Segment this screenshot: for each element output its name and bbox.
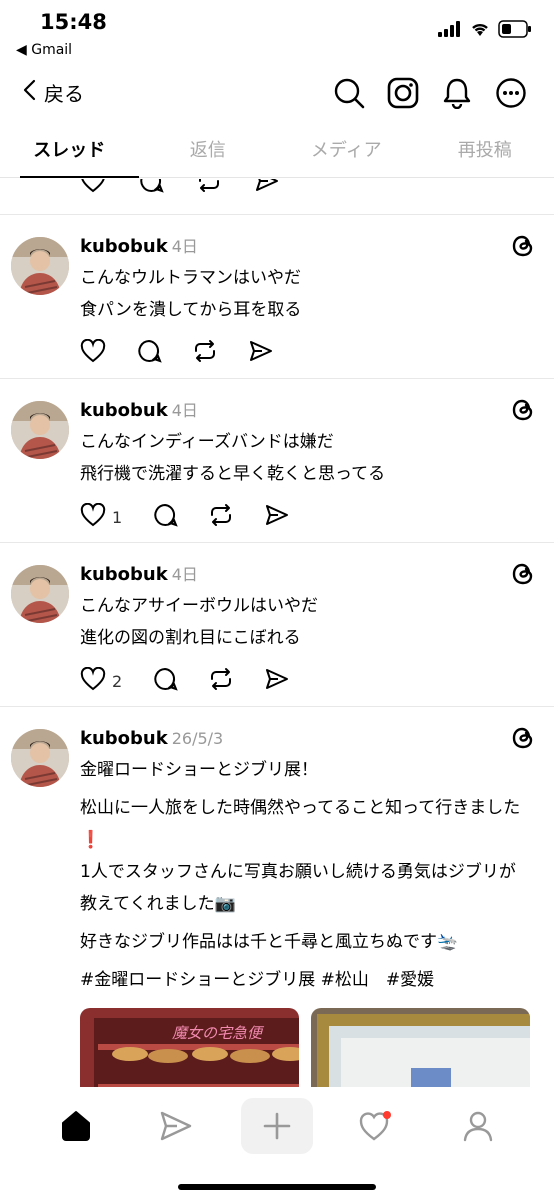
- post-paragraph: 金曜ロードショーとジブリ展！: [80, 760, 318, 780]
- like-button[interactable]: 2: [80, 666, 123, 695]
- post-date: 4日: [171, 565, 198, 584]
- thread-post[interactable]: kubobuk 26/5/3 金曜ロードショーとジブリ展！ 松山に一人旅をした時偶…: [0, 706, 554, 1087]
- thread-feed[interactable]: kubobuk 4日 こんなウルトラマンはいやだ 食パンを潰してから耳を取る ku…: [0, 179, 554, 1087]
- heart-icon: [80, 338, 106, 367]
- repost-button[interactable]: [208, 667, 234, 695]
- post-line: 飛行機で洗濯すると早く乾くと思ってる: [80, 464, 386, 484]
- tab-replies[interactable]: 返信: [139, 126, 278, 177]
- instagram-icon[interactable]: [386, 76, 420, 110]
- post-image[interactable]: 魔女の宅急便: [80, 1008, 299, 1087]
- share-button[interactable]: [248, 339, 274, 367]
- repost-icon: [208, 503, 234, 531]
- profile-tabs: スレッド 返信 メディア 再投稿: [0, 126, 554, 178]
- avatar[interactable]: [11, 565, 69, 623]
- reply-button[interactable]: [152, 503, 178, 531]
- post-date: 4日: [171, 401, 198, 420]
- home-icon[interactable]: [46, 1098, 106, 1154]
- reply-button[interactable]: [152, 667, 178, 695]
- threads-icon: [510, 725, 536, 751]
- home-indicator: [178, 1184, 376, 1190]
- hashtags[interactable]: #金曜ロードショーとジブリ展 #松山 #愛媛: [80, 964, 530, 996]
- post-username[interactable]: kubobuk: [80, 564, 168, 585]
- post-date: 4日: [171, 237, 198, 256]
- search-icon[interactable]: [332, 76, 366, 110]
- post-paragraph: 松山に一人旅をした時偶然やってること知って行きました❗️: [80, 798, 521, 850]
- bell-icon[interactable]: [440, 76, 474, 110]
- post-line: こんなインディーズバンドは嫌だ: [80, 432, 334, 452]
- like-count: 2: [112, 671, 123, 691]
- repost-icon: [208, 667, 234, 695]
- tab-threads[interactable]: スレッド: [0, 126, 139, 178]
- post-images[interactable]: 魔女の宅急便: [80, 1008, 530, 1087]
- post-actions: [80, 338, 530, 368]
- post-line: 食パンを潰してから耳を取る: [80, 300, 302, 320]
- bottom-navigation: [0, 1088, 554, 1200]
- post-line: こんなアサイーボウルはいやだ: [80, 596, 318, 616]
- threads-icon: [510, 233, 536, 259]
- post-actions: 1: [80, 502, 530, 532]
- like-count: 1: [112, 507, 123, 527]
- post-paragraph: 好きなジブリ作品はは千と千尋と風立ちぬです🛬: [80, 932, 459, 952]
- comment-icon: [152, 667, 178, 695]
- heart-icon[interactable]: [80, 179, 106, 197]
- wifi-icon: [470, 21, 490, 41]
- cellular-icon: [438, 21, 462, 41]
- post-date: 26/5/3: [171, 729, 224, 748]
- send-icon[interactable]: [254, 179, 280, 197]
- repost-button[interactable]: [208, 503, 234, 531]
- previous-post-actions: [80, 179, 280, 197]
- avatar[interactable]: [11, 401, 69, 459]
- send-icon: [248, 339, 274, 367]
- battery-icon: [498, 20, 532, 42]
- threads-icon: [510, 397, 536, 423]
- post-username[interactable]: kubobuk: [80, 236, 168, 257]
- like-button[interactable]: [80, 338, 106, 367]
- post-username[interactable]: kubobuk: [80, 400, 168, 421]
- thread-post[interactable]: kubobuk 4日 こんなウルトラマンはいやだ 食パンを潰してから耳を取る: [0, 214, 554, 378]
- status-time: 15:48: [40, 10, 107, 34]
- post-actions: 2: [80, 666, 530, 696]
- post-paragraph: 1人でスタッフさんに写真お願いし続ける勇気はジブリが教えてくれました📷: [80, 862, 516, 914]
- more-icon[interactable]: [494, 76, 528, 110]
- thread-post[interactable]: kubobuk 4日 こんなアサイーボウルはいやだ 進化の図の割れ目にこぼれる 2: [0, 542, 554, 706]
- heart-icon: [80, 666, 106, 695]
- chevron-left-icon: [22, 78, 38, 107]
- post-image[interactable]: [311, 1008, 530, 1087]
- heart-icon[interactable]: [346, 1098, 406, 1154]
- image-caption: 魔女の宅急便: [172, 1024, 265, 1042]
- send-icon: [264, 503, 290, 531]
- profile-icon[interactable]: [448, 1098, 508, 1154]
- status-icons: [438, 20, 532, 42]
- comment-icon[interactable]: [138, 179, 164, 197]
- repost-icon: [192, 339, 218, 367]
- threads-icon: [510, 561, 536, 587]
- back-button[interactable]: 戻る: [22, 78, 84, 107]
- repost-button[interactable]: [192, 339, 218, 367]
- share-button[interactable]: [264, 667, 290, 695]
- send-icon[interactable]: [146, 1098, 206, 1154]
- tab-media[interactable]: メディア: [277, 126, 416, 177]
- share-button[interactable]: [264, 503, 290, 531]
- status-bar: 15:48 ◀ Gmail: [0, 0, 554, 66]
- back-label: 戻る: [44, 82, 84, 106]
- reply-button[interactable]: [136, 339, 162, 367]
- avatar[interactable]: [11, 729, 69, 787]
- like-button[interactable]: 1: [80, 502, 123, 531]
- comment-icon: [136, 339, 162, 367]
- post-line: こんなウルトラマンはいやだ: [80, 268, 301, 288]
- plus-icon[interactable]: [241, 1098, 313, 1154]
- back-to-app-link[interactable]: ◀ Gmail: [16, 42, 72, 58]
- top-navigation: 戻る: [0, 70, 554, 120]
- post-username[interactable]: kubobuk: [80, 728, 168, 749]
- thread-post[interactable]: kubobuk 4日 こんなインディーズバンドは嫌だ 飛行機で洗濯すると早く乾くと…: [0, 378, 554, 542]
- avatar[interactable]: [11, 237, 69, 295]
- repost-icon[interactable]: [196, 179, 222, 197]
- tab-reposts[interactable]: 再投稿: [416, 126, 554, 177]
- post-line: 進化の図の割れ目にこぼれる: [80, 628, 301, 648]
- send-icon: [264, 667, 290, 695]
- comment-icon: [152, 503, 178, 531]
- heart-icon: [80, 502, 106, 531]
